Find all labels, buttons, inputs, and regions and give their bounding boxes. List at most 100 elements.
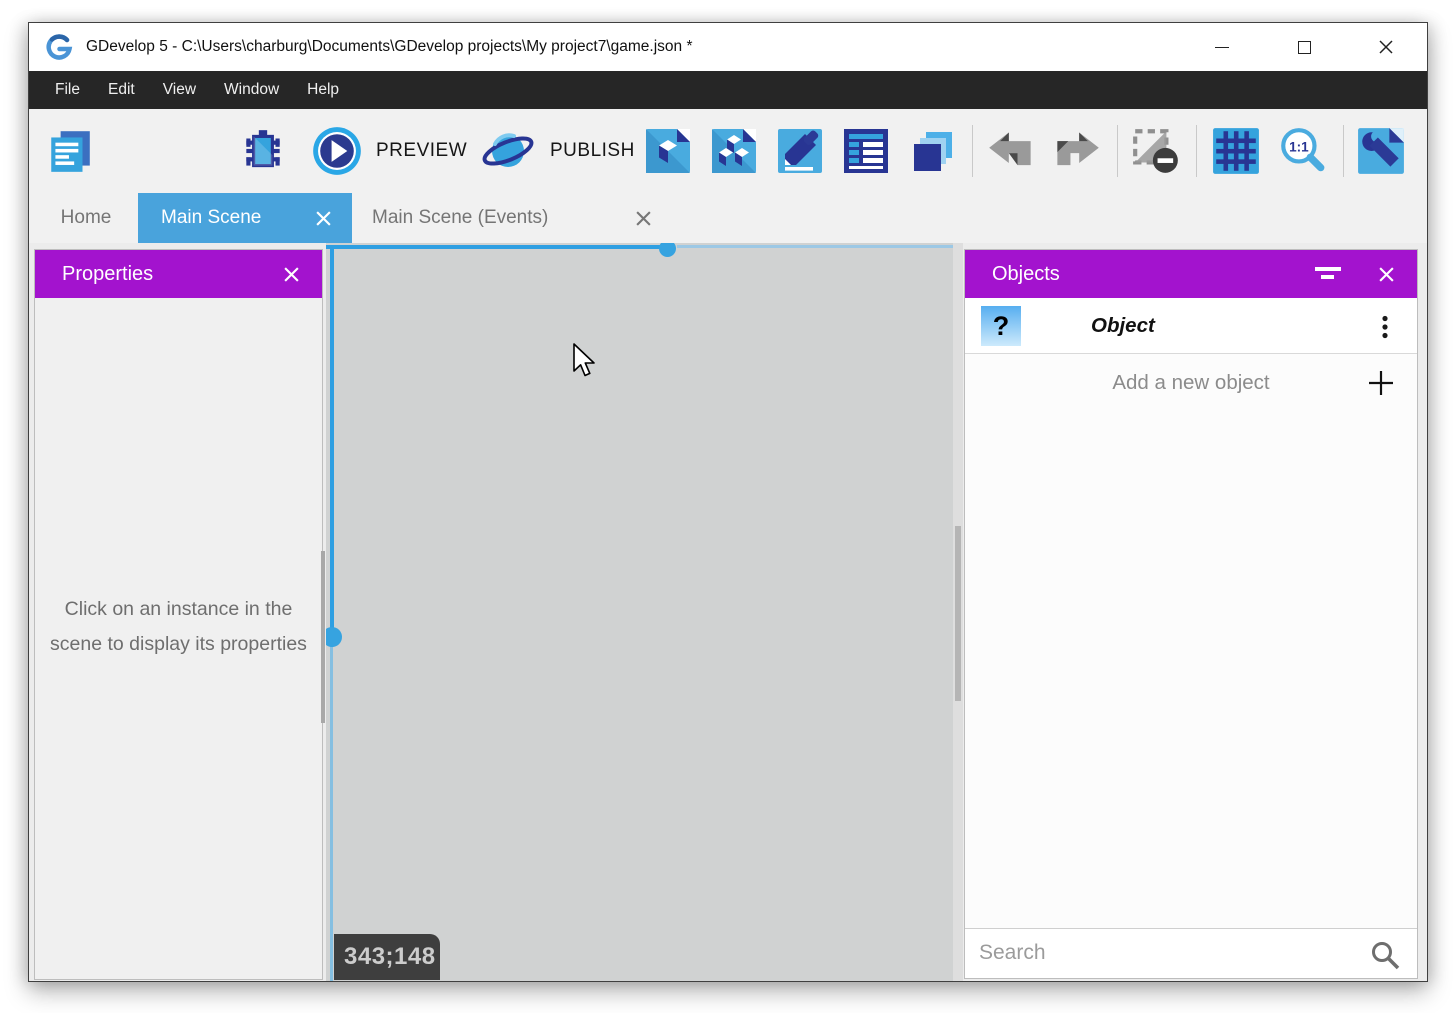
close-icon (1378, 266, 1395, 283)
menu-view[interactable]: View (149, 71, 210, 109)
edit-scene-icon (644, 127, 692, 175)
debugger-button[interactable] (238, 123, 288, 179)
publish-globe-icon (481, 125, 537, 177)
filter-icon[interactable] (1315, 267, 1341, 281)
objects-search-bar (965, 928, 1417, 978)
object-list-item[interactable]: ? Object (965, 298, 1417, 354)
objects-panel: Objects ? Object Add a new object (964, 249, 1418, 979)
properties-panel-title: Properties (62, 263, 153, 286)
undo-icon (987, 129, 1035, 173)
menu-window[interactable]: Window (210, 71, 293, 109)
preview-play-icon (311, 125, 363, 177)
window-title: GDevelop 5 - C:\Users\charburg\Documents… (86, 23, 692, 71)
scene-canvas[interactable]: 343;148 (326, 243, 963, 981)
properties-panel-header: Properties (35, 250, 322, 298)
layers-button[interactable] (908, 123, 956, 179)
add-new-object-button[interactable]: Add a new object (965, 354, 1417, 412)
add-new-object-label: Add a new object (1112, 371, 1269, 395)
project-manager-button[interactable] (45, 123, 95, 179)
edit-scene-properties-button[interactable] (776, 123, 824, 179)
objects-close-button[interactable] (1378, 266, 1395, 288)
deselect-instances-button[interactable] (1130, 123, 1182, 179)
close-icon (283, 266, 300, 283)
window-controls (1181, 23, 1427, 71)
edit-objects-button[interactable] (710, 123, 758, 179)
edit-objects-icon (710, 127, 758, 175)
tab-events-label: Main Scene (Events) (372, 207, 548, 229)
cursor-coordinates-badge: 343;148 (334, 934, 440, 980)
objects-panel-header: Objects (965, 250, 1417, 298)
tab-main-scene[interactable]: Main Scene (138, 193, 352, 243)
scene-right-scrollbar[interactable] (955, 526, 961, 701)
edit-scene-button[interactable] (644, 123, 692, 179)
wrench-settings-icon (1356, 126, 1406, 176)
deselect-mask-icon (1130, 126, 1182, 176)
open-settings-button[interactable] (1356, 123, 1406, 179)
zoom-original-button[interactable]: 1:1 (1277, 123, 1327, 179)
close-icon (315, 210, 332, 227)
scene-resize-handle-top[interactable] (659, 243, 676, 257)
mouse-cursor (572, 343, 598, 379)
properties-close-button[interactable] (283, 266, 300, 288)
zoom-1-1-icon: 1:1 (1277, 126, 1327, 176)
tab-main-scene-events[interactable]: Main Scene (Events) (352, 193, 672, 243)
object-thumbnail: ? (981, 306, 1021, 346)
close-button[interactable] (1345, 23, 1427, 71)
content-area: Properties Click on an instance in the s… (29, 243, 1427, 981)
minimize-button[interactable] (1181, 23, 1263, 71)
toolbar-separator (1343, 125, 1344, 177)
toolbar-separator (1196, 125, 1197, 177)
close-icon (1378, 39, 1394, 55)
scene-window-left-border (330, 245, 334, 637)
maximize-icon (1298, 41, 1311, 54)
close-icon (635, 210, 652, 227)
objects-panel-title: Objects (992, 263, 1060, 286)
publish-button[interactable]: PUBLISH (481, 123, 635, 179)
preview-label: PREVIEW (376, 140, 467, 162)
toolbar-separator (1117, 125, 1118, 177)
title-bar: GDevelop 5 - C:\Users\charburg\Documents… (29, 23, 1427, 71)
tab-main-scene-label: Main Scene (161, 207, 261, 229)
publish-label: PUBLISH (550, 140, 635, 162)
scene-left-scrollbar[interactable] (321, 551, 325, 723)
grid-button[interactable] (1211, 123, 1261, 179)
gdevelop-logo-icon (45, 33, 73, 61)
menu-file[interactable]: File (41, 71, 94, 109)
project-manager-icon (45, 126, 95, 176)
gdevelop-window: GDevelop 5 - C:\Users\charburg\Documents… (28, 22, 1428, 982)
layers-icon (908, 127, 956, 175)
events-sheet-button[interactable] (842, 123, 890, 179)
scene-resize-handle-left[interactable] (326, 627, 342, 647)
grid-icon (1211, 126, 1261, 176)
redo-icon (1053, 129, 1101, 173)
search-input[interactable] (979, 929, 1349, 977)
plus-icon (1367, 369, 1395, 397)
scene-window-left-border-extension (330, 646, 333, 981)
object-name: Object (1091, 314, 1155, 338)
preview-button[interactable]: PREVIEW (311, 123, 467, 179)
undo-button[interactable] (987, 123, 1035, 179)
objects-list-empty-area (965, 412, 1417, 928)
minimize-icon (1215, 47, 1229, 48)
svg-text:1:1: 1:1 (1289, 140, 1309, 155)
scene-window-top-border (326, 245, 668, 249)
tab-home[interactable]: Home (34, 193, 138, 243)
maximize-button[interactable] (1263, 23, 1345, 71)
tab-bar: Home Main Scene Main Scene (Events) (29, 193, 1427, 243)
properties-empty-message: Click on an instance in the scene to dis… (43, 592, 314, 662)
tab-home-label: Home (61, 207, 112, 229)
search-icon[interactable] (1369, 939, 1401, 971)
toolbar-separator (972, 125, 973, 177)
tab-close-button[interactable] (315, 210, 332, 227)
scene-window-top-border-extension (677, 245, 963, 248)
redo-button[interactable] (1053, 123, 1101, 179)
menu-edit[interactable]: Edit (94, 71, 149, 109)
edit-properties-icon (776, 127, 824, 175)
menu-bar: File Edit View Window Help (29, 71, 1427, 109)
object-menu-icon[interactable] (1381, 315, 1389, 339)
properties-panel: Properties Click on an instance in the s… (34, 249, 323, 980)
toolbar: PREVIEW PUBLISH (29, 109, 1427, 193)
menu-help[interactable]: Help (293, 71, 353, 109)
tab-close-button[interactable] (635, 210, 652, 227)
debugger-icon (238, 126, 288, 176)
